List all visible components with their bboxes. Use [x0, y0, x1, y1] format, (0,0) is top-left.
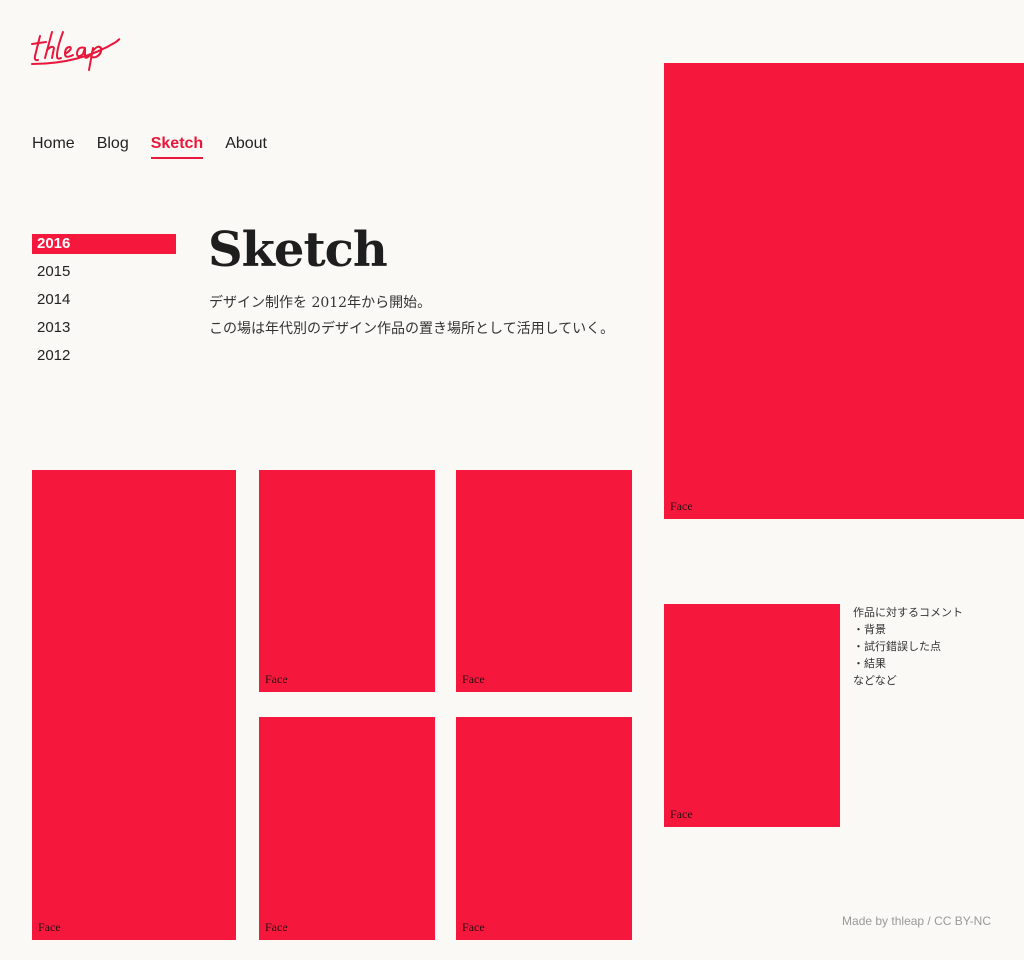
- main-nav: Home Blog Sketch About: [32, 134, 267, 159]
- gallery-tile[interactable]: Face: [259, 470, 435, 692]
- description-line-1: デザイン制作を 2012年から開始。: [209, 295, 432, 311]
- year-item-2012[interactable]: 2012: [32, 346, 176, 366]
- nav-blog[interactable]: Blog: [97, 134, 129, 159]
- nav-about[interactable]: About: [225, 134, 267, 159]
- comment-line: ・背景: [853, 623, 886, 636]
- year-item-2014[interactable]: 2014: [32, 290, 176, 310]
- gallery-tile[interactable]: Face: [32, 470, 236, 940]
- description-line-2: この場は年代別のデザイン作品の置き場所として活用していく。: [209, 321, 615, 337]
- footer-credit: Made by thleap / CC BY-NC: [842, 914, 991, 928]
- gallery-tile[interactable]: Face: [664, 604, 840, 827]
- thleap-logo[interactable]: [30, 28, 126, 78]
- nav-home[interactable]: Home: [32, 134, 75, 159]
- year-item-2013[interactable]: 2013: [32, 318, 176, 338]
- comment-line: ・結果: [853, 657, 886, 670]
- nav-sketch[interactable]: Sketch: [150, 134, 204, 159]
- gallery-tile[interactable]: Face: [456, 717, 632, 940]
- comment-line: 作品に対するコメント: [853, 606, 963, 619]
- gallery-tile[interactable]: Face: [259, 717, 435, 940]
- tile-label: Face: [670, 807, 693, 821]
- comment-line: ・試行錯誤した点: [853, 640, 941, 653]
- page-description: デザイン制作を 2012年から開始。 この場は年代別のデザイン作品の置き場所とし…: [209, 290, 629, 342]
- tile-label: Face: [265, 920, 288, 934]
- gallery-tile[interactable]: Face: [456, 470, 632, 692]
- tile-label: Face: [462, 920, 485, 934]
- tile-label: Face: [265, 672, 288, 686]
- tile-label: Face: [670, 499, 693, 513]
- year-item-2015[interactable]: 2015: [32, 262, 176, 282]
- tile-label: Face: [38, 920, 61, 934]
- gallery-tile[interactable]: Face: [664, 63, 1024, 519]
- work-comment: 作品に対するコメント ・背景 ・試行錯誤した点 ・結果 などなど: [853, 604, 963, 689]
- page-title: Sketch: [208, 222, 388, 278]
- year-item-2016[interactable]: 2016: [32, 234, 176, 254]
- comment-line: などなど: [853, 674, 897, 687]
- year-list: 2016 2015 2014 2013 2012: [32, 234, 176, 374]
- tile-label: Face: [462, 672, 485, 686]
